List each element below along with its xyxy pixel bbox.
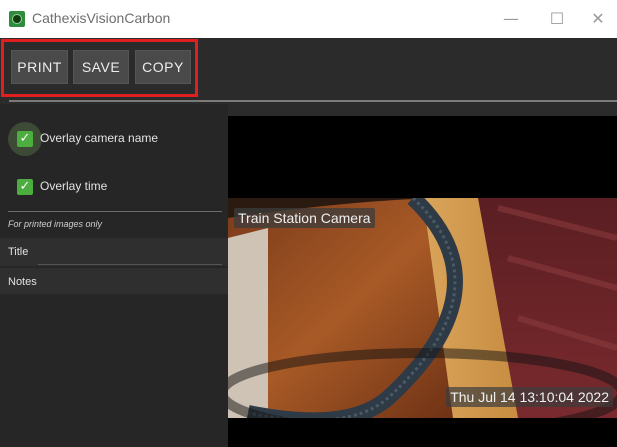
image-preview: Train Station Camera Thu Jul 14 13:10:04… <box>228 116 617 447</box>
overlay-time-label: Overlay time <box>40 179 108 193</box>
options-panel: ✓ Overlay camera name ✓ Overlay time For… <box>0 104 228 447</box>
camera-image <box>228 198 617 418</box>
toolbar: PRINT SAVE COPY <box>0 38 617 100</box>
notes-input[interactable] <box>0 294 228 447</box>
checkmark-icon[interactable]: ✓ <box>17 179 33 195</box>
title-label: Title <box>8 246 29 258</box>
checkmark-icon[interactable]: ✓ <box>17 131 33 147</box>
title-input[interactable] <box>38 264 222 265</box>
overlay-camera-name-label: Overlay camera name <box>40 131 159 145</box>
save-button[interactable]: SAVE <box>73 50 129 84</box>
minimize-button[interactable]: — <box>488 0 534 38</box>
maximize-button[interactable]: ☐ <box>534 0 580 38</box>
overlay-time-option[interactable]: ✓ Overlay time <box>0 172 220 200</box>
close-button[interactable]: ✕ <box>575 0 617 38</box>
window-title: CathexisVisionCarbon <box>32 10 171 26</box>
app-logo-icon <box>9 11 25 27</box>
timestamp-overlay: Thu Jul 14 13:10:04 2022 <box>446 387 613 407</box>
copy-button[interactable]: COPY <box>135 50 191 84</box>
toolbar-divider <box>9 100 617 102</box>
options-separator <box>8 211 222 212</box>
window-titlebar: CathexisVisionCarbon — ☐ ✕ <box>0 0 617 38</box>
title-field-row[interactable]: Title <box>0 238 228 266</box>
camera-snapshot: Train Station Camera Thu Jul 14 13:10:04… <box>228 198 617 418</box>
printed-images-note: For printed images only <box>8 219 103 229</box>
notes-label: Notes <box>8 276 37 288</box>
overlay-camera-name-option[interactable]: ✓ Overlay camera name <box>0 122 220 156</box>
camera-name-overlay: Train Station Camera <box>234 208 375 228</box>
print-button[interactable]: PRINT <box>11 50 68 84</box>
notes-field-row[interactable]: Notes <box>0 268 228 294</box>
